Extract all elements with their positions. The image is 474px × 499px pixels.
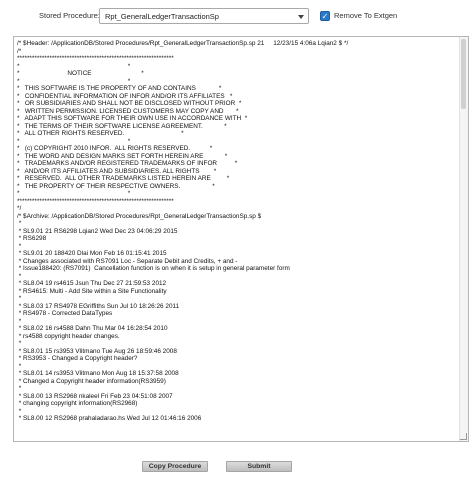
stored-procedure-value: Rpt_GeneralLedgerTransactionSp <box>105 12 219 21</box>
scrollbar-thumb[interactable] <box>461 39 466 109</box>
procedure-source-text: /* $Header: /ApplicationDB/Stored Proced… <box>17 40 349 422</box>
stored-procedure-dropdown[interactable]: Rpt_GeneralLedgerTransactionSp <box>99 8 309 24</box>
stored-procedure-label: Stored Procedure: <box>39 11 100 20</box>
checkmark-icon: ✓ <box>321 12 329 21</box>
resize-grip-icon[interactable] <box>460 433 467 440</box>
submit-button[interactable]: Submit <box>226 461 292 472</box>
vertical-scrollbar[interactable] <box>459 37 468 441</box>
procedure-source-textarea[interactable]: /* $Header: /ApplicationDB/Stored Proced… <box>13 36 469 442</box>
chevron-down-icon <box>298 15 304 19</box>
remove-to-extgen-label[interactable]: Remove To Extgen <box>334 11 397 20</box>
copy-procedure-button[interactable]: Copy Procedure <box>142 461 208 472</box>
toolbar: Stored Procedure: Rpt_GeneralLedgerTrans… <box>0 0 474 34</box>
remove-to-extgen-checkbox[interactable]: ✓ <box>320 11 330 21</box>
